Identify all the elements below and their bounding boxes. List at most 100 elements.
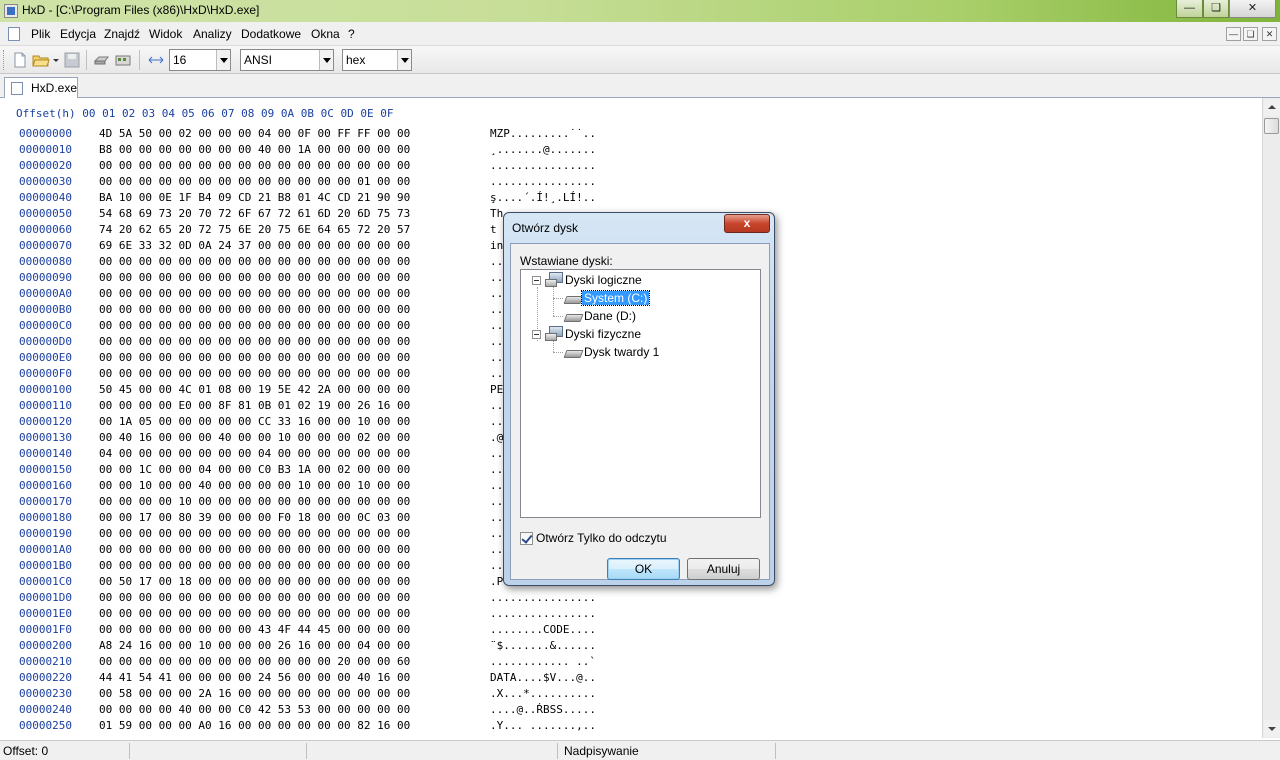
hex-row-ascii: .. xyxy=(490,335,504,348)
menu-edycja[interactable]: Edycja xyxy=(60,27,96,41)
cancel-button[interactable]: Anuluj xyxy=(687,558,760,580)
menu-widok[interactable]: Widok xyxy=(149,27,182,41)
drive-tree[interactable]: Dyski logiczne System (C:) Dane (D:) Dys… xyxy=(520,269,761,518)
hex-row[interactable]: 00000040 BA 10 00 0E 1F B4 09 CD 21 B8 01… xyxy=(0,190,640,206)
hex-row[interactable]: 00000020 00 00 00 00 00 00 00 00 00 00 00… xyxy=(0,158,640,174)
hex-row-offset: 000000A0 xyxy=(19,287,72,300)
tree-node-disk-1[interactable]: Dysk twardy 1 xyxy=(584,344,659,360)
hex-row-offset: 00000250 xyxy=(19,719,72,732)
ok-button[interactable]: OK xyxy=(607,558,680,580)
dialog-close-button[interactable]: x xyxy=(724,214,770,233)
hex-row-offset: 00000220 xyxy=(19,671,72,684)
scroll-down-button[interactable] xyxy=(1264,720,1280,737)
hex-row-bytes: 00 00 00 00 00 00 00 00 43 4F 44 45 00 0… xyxy=(99,623,411,636)
hex-row-offset: 00000110 xyxy=(19,399,72,412)
menu-analizy[interactable]: Analizy xyxy=(193,27,232,41)
minimize-button[interactable]: — xyxy=(1176,0,1203,18)
readonly-checkbox[interactable] xyxy=(520,532,533,545)
hex-row[interactable]: 00000210 00 00 00 00 00 00 00 00 00 00 00… xyxy=(0,654,640,670)
hex-row[interactable]: 000001E0 00 00 00 00 00 00 00 00 00 00 00… xyxy=(0,606,640,622)
menu-help[interactable]: ? xyxy=(348,27,355,41)
open-ram-icon[interactable] xyxy=(114,51,132,69)
hex-row[interactable]: 00000240 00 00 00 00 40 00 00 C0 42 53 53… xyxy=(0,702,640,718)
hex-row-bytes: 00 00 10 00 00 40 00 00 00 00 10 00 00 1… xyxy=(99,479,411,492)
hex-row-ascii: .. xyxy=(490,495,504,508)
hex-row[interactable]: 00000220 44 41 54 41 00 00 00 00 24 56 00… xyxy=(0,670,640,686)
open-disk-icon[interactable] xyxy=(92,51,110,69)
hex-row-bytes: B8 00 00 00 00 00 00 00 40 00 1A 00 00 0… xyxy=(99,143,411,156)
tab-hxd-exe[interactable]: HxD.exe xyxy=(4,77,78,99)
chevron-down-icon[interactable] xyxy=(51,51,61,69)
mdi-minimize-button[interactable]: — xyxy=(1226,27,1241,41)
hex-row-offset: 00000150 xyxy=(19,463,72,476)
menu-okna[interactable]: Okna xyxy=(311,27,340,41)
chevron-down-icon[interactable] xyxy=(319,50,333,70)
menu-znajdz[interactable]: Znajdź xyxy=(104,27,140,41)
tree-node-system-c[interactable]: System (C:) xyxy=(580,290,651,306)
tree-line xyxy=(553,298,563,299)
hex-row[interactable]: 00000250 01 59 00 00 00 A0 16 00 00 00 00… xyxy=(0,718,640,734)
document-icon[interactable] xyxy=(8,27,20,41)
scroll-up-button[interactable] xyxy=(1264,99,1280,116)
menu-bar: Plik Edycja Znajdź Widok Analizy Dodatko… xyxy=(0,22,1280,46)
computer-icon xyxy=(545,326,563,341)
close-button[interactable]: ✕ xyxy=(1229,0,1276,18)
hex-row[interactable]: 00000200 A8 24 16 00 00 10 00 00 00 26 16… xyxy=(0,638,640,654)
vertical-scrollbar[interactable] xyxy=(1262,98,1280,738)
hex-row-offset: 00000090 xyxy=(19,271,72,284)
open-folder-icon[interactable] xyxy=(32,51,50,69)
hex-row-ascii: .. xyxy=(490,399,504,412)
hex-row[interactable]: 00000000 4D 5A 50 00 02 00 00 00 04 00 0F… xyxy=(0,126,640,142)
offset-base-select[interactable]: hex xyxy=(342,49,412,71)
hex-row-ascii: t xyxy=(490,223,504,236)
hex-row-ascii: Th xyxy=(490,207,504,220)
charset-select[interactable]: ANSI xyxy=(240,49,334,71)
tree-node-dane-d[interactable]: Dane (D:) xyxy=(584,308,636,324)
menu-plik[interactable]: Plik xyxy=(31,27,50,41)
scroll-thumb[interactable] xyxy=(1264,118,1279,134)
hex-row-offset: 00000070 xyxy=(19,239,72,252)
hex-row-ascii: .. xyxy=(490,367,504,380)
hex-row[interactable]: 00000010 B8 00 00 00 00 00 00 00 40 00 1A… xyxy=(0,142,640,158)
open-disk-dialog: Otwórz dysk x Wstawiane dyski: Dyski log… xyxy=(503,212,775,586)
chevron-down-icon[interactable] xyxy=(397,50,411,70)
mdi-close-button[interactable]: ✕ xyxy=(1262,27,1277,41)
hex-row-ascii: .. xyxy=(490,559,504,572)
hex-row-offset: 00000100 xyxy=(19,383,72,396)
save-icon[interactable] xyxy=(63,51,81,69)
hex-row-ascii: .@ xyxy=(490,431,504,444)
chevron-down-icon[interactable] xyxy=(216,50,230,70)
tree-line xyxy=(553,286,554,316)
hex-row-bytes: 01 59 00 00 00 A0 16 00 00 00 00 00 00 8… xyxy=(99,719,411,732)
bytes-per-row-select[interactable]: 16 xyxy=(169,49,231,71)
toolbar-grip[interactable] xyxy=(3,50,6,70)
new-file-icon[interactable] xyxy=(11,51,29,69)
hex-row-ascii: .P xyxy=(490,575,504,588)
mdi-restore-button[interactable]: ❏ xyxy=(1243,27,1258,41)
tree-node-physical[interactable]: Dyski fizyczne xyxy=(565,326,641,342)
hex-row[interactable]: 00000230 00 58 00 00 00 2A 16 00 00 00 00… xyxy=(0,686,640,702)
hex-row[interactable]: 000001D0 00 00 00 00 00 00 00 00 00 00 00… xyxy=(0,590,640,606)
hex-row-offset: 00000120 xyxy=(19,415,72,428)
tree-node-logical[interactable]: Dyski logiczne xyxy=(565,272,642,288)
hex-row-offset: 000000F0 xyxy=(19,367,72,380)
hex-row-ascii: .. xyxy=(490,271,504,284)
menu-dodatkowe[interactable]: Dodatkowe xyxy=(241,27,301,41)
app-icon[interactable] xyxy=(4,4,18,18)
hex-row-bytes: BA 10 00 0E 1F B4 09 CD 21 B8 01 4C CD 2… xyxy=(99,191,411,204)
hex-row-ascii: .. xyxy=(490,527,504,540)
hex-row-offset: 000000D0 xyxy=(19,335,72,348)
status-offset: Offset: 0 xyxy=(3,744,49,758)
hex-row-bytes: 00 00 00 00 00 00 00 00 00 00 00 00 00 0… xyxy=(99,335,411,348)
hex-row-offset: 00000040 xyxy=(19,191,72,204)
maximize-button[interactable]: ❏ xyxy=(1203,0,1229,18)
hex-row-offset: 00000160 xyxy=(19,479,72,492)
drive-list-label: Wstawiane dyski: xyxy=(520,254,613,268)
title-bar: HxD - [C:\Program Files (x86)\HxD\HxD.ex… xyxy=(0,0,1280,22)
hex-row[interactable]: 000001F0 00 00 00 00 00 00 00 00 43 4F 44… xyxy=(0,622,640,638)
hex-column-header: Offset(h) 00 01 02 03 04 05 06 07 08 09 … xyxy=(16,107,394,120)
hex-row[interactable]: 00000030 00 00 00 00 00 00 00 00 00 00 00… xyxy=(0,174,640,190)
readonly-label[interactable]: Otwórz Tylko do odczytu xyxy=(536,531,667,545)
collapse-physical-toggle[interactable] xyxy=(532,330,541,339)
collapse-logical-toggle[interactable] xyxy=(532,276,541,285)
